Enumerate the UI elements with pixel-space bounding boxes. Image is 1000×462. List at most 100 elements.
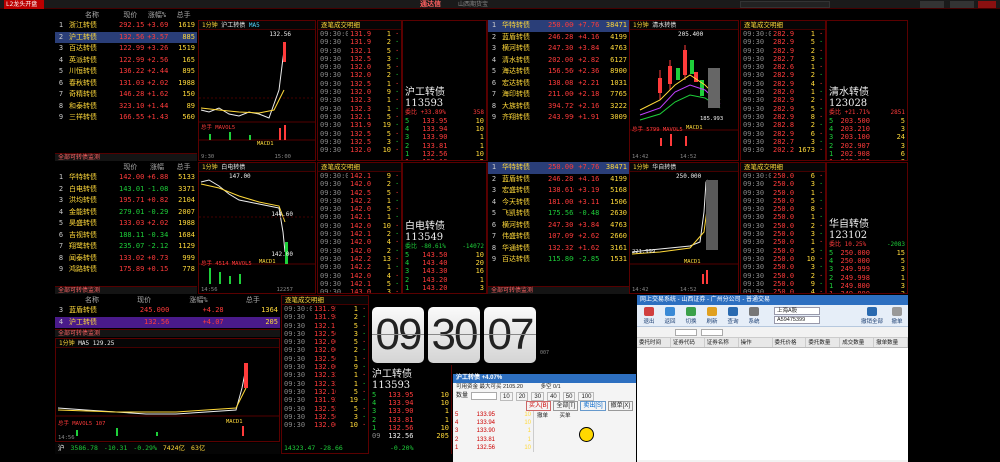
list-item[interactable]: 4 今天转债 181.005 +3.11 1506	[488, 197, 629, 209]
ask-row[interactable]: 4 203.210 3	[827, 125, 907, 133]
cancel-all-button[interactable]: 撤销全部	[859, 306, 885, 325]
ask-row[interactable]: 4 133.94 10	[370, 399, 451, 407]
ask-row[interactable]: 4 143.40 20	[403, 259, 486, 267]
list-item[interactable]: 8 华通转债 132.327 +1.62 3161	[488, 243, 629, 255]
list-item[interactable]: 5 昊盛转债 133.03 +2.02 1988	[55, 218, 197, 230]
watchlist-3-tab[interactable]: 全部可转债监测	[55, 329, 280, 337]
trade-table-body[interactable]	[637, 348, 908, 460]
col-change-2[interactable]: 涨幅	[144, 162, 171, 172]
col-name-3[interactable]: 名称	[67, 295, 117, 305]
list-item[interactable]: 9 百达转债 115.800 -2.85 1531	[488, 254, 629, 266]
col-change[interactable]: 涨幅%	[144, 10, 171, 20]
filter-input-2[interactable]	[701, 328, 723, 336]
ask-row[interactable]: 1 132.56 10	[403, 150, 486, 158]
bid-row[interactable]: 1143.016	[403, 292, 486, 293]
list-item[interactable]: 4 金能转债 279.01 -0.29 2007	[55, 207, 197, 219]
market-select[interactable]: 上海A股	[774, 307, 820, 315]
list-item[interactable]: 3 洪均转债 195.71 +0.82 2104	[55, 195, 197, 207]
qty-option-20[interactable]: 20	[515, 392, 529, 401]
ask-row[interactable]: 1 143.20 3	[403, 284, 486, 292]
col-price-3[interactable]: 现价	[117, 295, 171, 305]
ask-row[interactable]: 2 133.81 1	[370, 416, 451, 424]
account-select[interactable]: A59475399	[774, 316, 820, 324]
bid-row[interactable]: 1249.8003	[827, 290, 907, 293]
sell-button[interactable]: 卖出[S]	[580, 401, 606, 411]
ask-row[interactable]: 2 133.81 1	[403, 142, 486, 150]
list-item[interactable]: 2 蓝盾转债 246.28 +4.16 4199	[488, 32, 629, 44]
col-price[interactable]: 现价	[117, 10, 144, 20]
buy-button[interactable]: 买入[B]	[525, 401, 552, 411]
window-close-icon[interactable]	[978, 1, 996, 8]
list-item[interactable]: 7 海印转债 211.000 +2.18 7765	[488, 89, 629, 101]
cancel-label[interactable]: 撤单	[537, 413, 548, 419]
qty-option-10[interactable]: 10	[500, 392, 513, 401]
col-order-price[interactable]: 委托价格	[773, 338, 807, 347]
cancel-order-button[interactable]: 撤单[X]	[607, 401, 633, 411]
col-code[interactable]: 证券代码	[671, 338, 705, 347]
quick-ask-row[interactable]: 5 133.95 10	[453, 411, 533, 419]
chart-3[interactable]: 1分钟 清水转债 205.400 185.993 总手 5799 MAVOL5 …	[629, 20, 739, 161]
list-item[interactable]: 5 飞凯转债 175.565 -0.48 2630	[488, 208, 629, 220]
refresh-button[interactable]: 刷新	[703, 306, 721, 325]
list-item[interactable]: 8 闻泰转债 133.02 +0.73 999	[55, 253, 197, 265]
top-search-box[interactable]	[740, 1, 830, 8]
ask-row[interactable]: 1 202.908 6	[827, 150, 907, 158]
quick-ask-row[interactable]: 1 132.56 10	[453, 444, 533, 452]
list-item[interactable]: 2 蓝盾转债 246.28 +4.16 4199	[488, 174, 629, 186]
query-button[interactable]: 查询	[724, 306, 742, 325]
watchlist-2-tab[interactable]: 全部可转债监测	[55, 286, 197, 294]
col-action[interactable]: 操作	[739, 338, 773, 347]
ask-row[interactable]: 4 250.000 5	[827, 257, 907, 265]
chart-1-period[interactable]: 1分钟	[202, 22, 218, 29]
col-cancel-qty[interactable]: 撤单数量	[874, 338, 908, 347]
list-item[interactable]: 5 川恒转债 136.22 +2.44 895	[55, 66, 197, 78]
quantity-input[interactable]	[471, 392, 498, 400]
ask-row[interactable]: 3 133.90 1	[403, 133, 486, 141]
qty-option-100[interactable]: 100	[578, 392, 595, 401]
system-button[interactable]: 系统	[745, 306, 763, 325]
active-tab[interactable]: L2龙头开盘	[4, 0, 44, 9]
list-item[interactable]: 8 大族转债 394.729 +2.16 3222	[488, 101, 629, 113]
list-item[interactable]: 9 鸿路转债 175.89 +0.15 778	[55, 264, 197, 276]
exit-button[interactable]: 退出	[640, 306, 658, 325]
quick-ask-row[interactable]: 3 133.90 1	[453, 427, 533, 435]
bid-row[interactable]: 1132.105	[403, 158, 486, 160]
list-item[interactable]: 1 华特转债 142.00 +6.88 5133	[55, 172, 197, 184]
col-price-2[interactable]: 现价	[117, 162, 144, 172]
col-volume-2[interactable]: 总手	[170, 162, 197, 172]
col-volume[interactable]: 总手	[170, 10, 197, 20]
list-item[interactable]: 6 春秋转债 131.03 +2.02 1988	[55, 78, 197, 90]
ask-row[interactable]: 1 132.56 10	[370, 424, 451, 432]
col-name[interactable]: 名称	[67, 10, 117, 20]
window-max-icon[interactable]	[950, 1, 974, 8]
ask-row[interactable]: 3 133.90 1	[370, 407, 451, 415]
ask-row[interactable]: 5 203.500 5	[827, 117, 907, 125]
ask-row[interactable]: 4 133.94 10	[403, 125, 486, 133]
ask-row[interactable]: 5 133.95 10	[403, 117, 486, 125]
ask-row[interactable]: 3 249.999 3	[827, 265, 907, 273]
chart-4-period[interactable]: 1分钟	[633, 164, 649, 171]
ask-row[interactable]: 3 203.100 24	[827, 133, 907, 141]
chart-5[interactable]: 1分钟 MA5 129.25 总手 MAVOL5 107 MACD1 14:56	[55, 338, 280, 442]
list-item[interactable]: 4 沪工转债 132.56 +4.07 205	[55, 316, 280, 328]
list-item[interactable]: 5 海达转债 156.560 +2.36 8900	[488, 66, 629, 78]
qty-option-50[interactable]: 50	[562, 392, 576, 401]
qty-option-40[interactable]: 40	[547, 392, 560, 401]
window-min-icon[interactable]	[920, 1, 944, 8]
ask-row[interactable]: 2 202.907 3	[827, 142, 907, 150]
chart-5-period[interactable]: 1分钟	[59, 340, 75, 347]
cancel-button[interactable]: 撤单	[888, 306, 906, 325]
list-item[interactable]: 7 奇精转债 146.28 +1.62 150	[55, 89, 197, 101]
chart-4[interactable]: 1分钟 华自转债 250.000 221.999 MACD1 14:42 14:…	[629, 162, 739, 294]
list-item[interactable]: 3 横河转债 247.30 +3.84 4763	[488, 43, 629, 55]
watchlist-5-tab[interactable]: 全部可转债监测	[488, 286, 629, 294]
list-item[interactable]: 2 沪工转债 132.56 +3.57 885	[55, 31, 197, 43]
list-item[interactable]: 6 吉视转债 188.11 -0.34 1684	[55, 230, 197, 242]
all-button[interactable]: 全部[T]	[553, 401, 579, 411]
bid-row[interactable]: 1202.9028	[827, 158, 907, 160]
ask-row[interactable]: 2 143.20 1	[403, 276, 486, 284]
ask-row[interactable]: 5 250.000 15	[827, 249, 907, 257]
list-item[interactable]: 1 浙江转债 292.15 +3.69 1619	[55, 20, 197, 32]
filter-input-1[interactable]	[675, 328, 697, 336]
col-order-qty[interactable]: 委托数量	[806, 338, 841, 347]
